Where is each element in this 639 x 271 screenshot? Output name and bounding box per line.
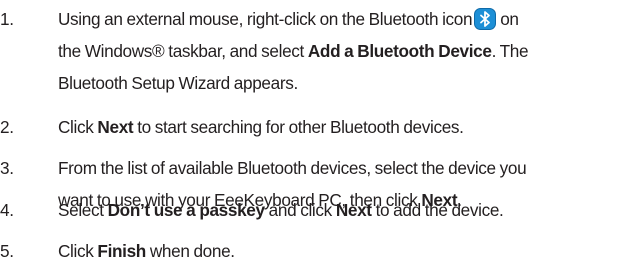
step-text-segment: on <box>500 9 519 29</box>
step-text: Select Don’t use a passkey and click Nex… <box>58 194 639 226</box>
step-number: 4. <box>0 200 14 220</box>
step-text: Click Next to start searching for other … <box>58 111 639 143</box>
step-line: Click Next to start searching for other … <box>58 111 639 143</box>
step-bold-term: Next <box>335 200 372 220</box>
step-text-segment: Select <box>58 200 108 220</box>
step-text-segment: to add the device. <box>371 200 504 220</box>
step-text-segment: Using an external mouse, right-click on … <box>58 9 473 29</box>
step-bold-term: Don’t use a passkey <box>107 200 265 220</box>
step-number: 5. <box>0 241 14 261</box>
step-text-segment: when done. <box>145 241 235 261</box>
step-text-segment: Click <box>58 241 98 261</box>
step-text-segment: to start searching for other Bluetooth d… <box>133 117 464 137</box>
step-text-segment: . The <box>491 41 529 61</box>
step-text: Click Finish when done. <box>58 235 639 267</box>
step-bold-term: Finish <box>97 241 146 261</box>
step-bold-term: Next <box>97 117 134 137</box>
bluetooth-icon <box>474 8 497 30</box>
step-line: Bluetooth Setup Wizard appears. <box>58 73 298 93</box>
step-number: 3. <box>0 158 14 178</box>
step-line: the Windows® taskbar, and select Add a B… <box>58 35 639 67</box>
step-text-segment: the Windows® taskbar, and select <box>58 41 308 61</box>
step-bold-term: Add a Bluetooth Device <box>307 41 492 61</box>
step-text-segment: and click <box>264 200 336 220</box>
step-line: Select Don’t use a passkey and click Nex… <box>58 194 639 226</box>
step-line: Click Finish when done. <box>58 235 639 267</box>
step-number: 1. <box>0 9 14 29</box>
step-line: Using an external mouse, right-click on … <box>58 3 639 35</box>
step-line: From the list of available Bluetooth dev… <box>58 158 527 178</box>
step-text: Using an external mouse, right-click on … <box>58 3 639 99</box>
step-number: 2. <box>0 117 14 137</box>
step-text-segment: Click <box>58 117 98 137</box>
